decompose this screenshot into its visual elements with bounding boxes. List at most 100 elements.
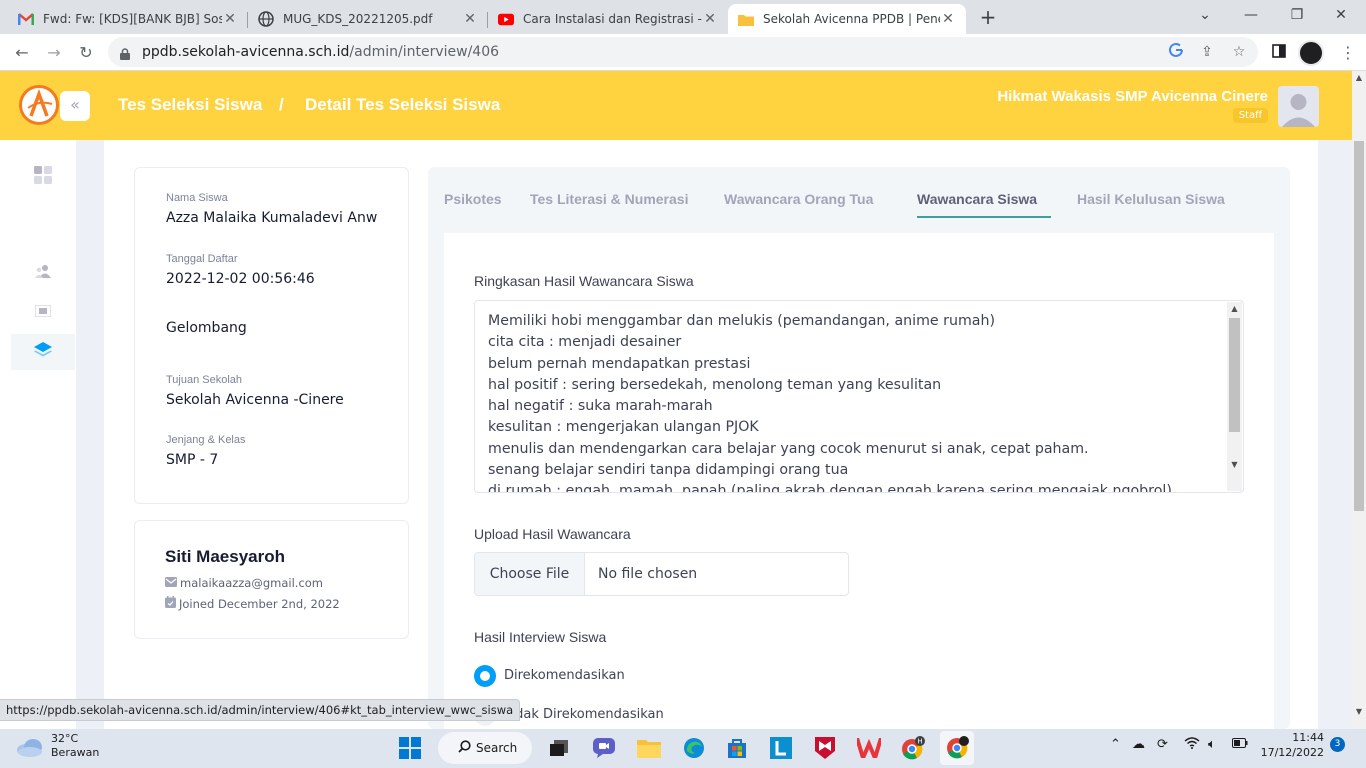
- browser-tab-youtube[interactable]: Cara Instalasi dan Registrasi - You ✕: [488, 4, 728, 34]
- page-scrollbar[interactable]: ▲ ▼: [1352, 71, 1366, 729]
- radio-not-recommended-label[interactable]: Tidak Direkomendasikan: [504, 707, 664, 722]
- collapse-sidebar-button[interactable]: «: [60, 91, 90, 121]
- tab-literasi-numerasi[interactable]: Tes Literasi & Numerasi: [530, 191, 688, 207]
- taskbar-search-label: Search: [476, 741, 518, 755]
- close-tab-icon[interactable]: ✕: [940, 11, 956, 27]
- tab-wawancara-orang-tua[interactable]: Wawancara Orang Tua: [724, 191, 873, 207]
- sidebar-item-scan[interactable]: [11, 293, 75, 329]
- chrome-active-icon[interactable]: [940, 731, 974, 765]
- sync-icon[interactable]: ⟳: [1157, 737, 1168, 752]
- sidebar-item-layers[interactable]: [11, 334, 75, 370]
- share-icon[interactable]: ⇪: [1198, 43, 1216, 61]
- new-tab-button[interactable]: +: [976, 6, 1000, 30]
- scroll-up-arrow-icon[interactable]: ▲: [1227, 304, 1242, 313]
- interview-tabs-panel: Psikotes Tes Literasi & Numerasi Wawanca…: [428, 167, 1290, 729]
- reload-icon[interactable]: ↻: [73, 40, 99, 66]
- user-name[interactable]: Hikmat Wakasis SMP Avicenna Cinere: [997, 88, 1268, 105]
- clock-time[interactable]: 11:44: [1262, 731, 1324, 744]
- weather-temperature[interactable]: 32°C: [51, 732, 78, 745]
- user-avatar[interactable]: [1278, 86, 1319, 127]
- profile-avatar[interactable]: [1298, 40, 1324, 66]
- close-tab-icon[interactable]: ✕: [462, 11, 478, 27]
- parent-email[interactable]: malaikaazza@gmail.com: [180, 576, 323, 590]
- folder-icon: [738, 11, 754, 27]
- minimize-button[interactable]: —: [1228, 0, 1274, 30]
- browser-tab-title: MUG_KDS_20221205.pdf: [283, 12, 433, 26]
- textarea-scrollbar[interactable]: ▲ ▼: [1227, 302, 1242, 491]
- radio-recommended-label[interactable]: Direkomendasikan: [504, 668, 625, 683]
- windows-start-icon[interactable]: [393, 731, 427, 765]
- show-hidden-icons-chevron-icon[interactable]: ⌃: [1110, 737, 1121, 752]
- search-icon: [458, 740, 471, 756]
- browser-toolbar: ← → ↻ ppdb.sekolah-avicenna.sch.id/admin…: [0, 34, 1366, 71]
- svg-text:H: H: [917, 738, 922, 746]
- battery-icon[interactable]: [1232, 737, 1248, 752]
- link-status-bar: https://ppdb.sekolah-avicenna.sch.id/adm…: [0, 699, 521, 721]
- page-scrollbar-thumb[interactable]: [1354, 141, 1364, 511]
- parent-email-row: malaikaazza@gmail.com: [165, 576, 323, 590]
- address-bar[interactable]: ppdb.sekolah-avicenna.sch.id/admin/inter…: [108, 37, 1258, 67]
- scroll-down-arrow-icon[interactable]: ▼: [1227, 460, 1242, 469]
- weather-description[interactable]: Berawan: [51, 746, 99, 759]
- notification-count-badge[interactable]: 3: [1330, 737, 1345, 752]
- microsoft-store-icon[interactable]: [720, 731, 754, 765]
- choose-file-button[interactable]: Choose File: [475, 553, 585, 595]
- chrome-profile-icon[interactable]: H: [896, 731, 930, 765]
- parent-card: Siti Maesyaroh malaikaazza@gmail.com Joi…: [134, 520, 409, 639]
- mcafee-icon[interactable]: [808, 731, 842, 765]
- back-arrow-icon[interactable]: ←: [9, 40, 35, 66]
- tab-psikotes[interactable]: Psikotes: [444, 191, 502, 207]
- cloud-weather-icon[interactable]: [16, 737, 44, 761]
- sidebar-item-dashboard[interactable]: [11, 159, 75, 195]
- close-tab-icon[interactable]: ✕: [702, 11, 718, 27]
- task-view-icon[interactable]: [542, 731, 576, 765]
- upload-file-input[interactable]: Choose File No file chosen: [474, 552, 849, 596]
- edge-icon[interactable]: [677, 731, 711, 765]
- bookmark-star-icon[interactable]: ☆: [1230, 43, 1248, 61]
- scan-icon: [34, 302, 52, 321]
- page-scroll-up-icon[interactable]: ▲: [1352, 73, 1366, 82]
- radio-recommended[interactable]: [474, 665, 496, 687]
- breadcrumb-tes-seleksi[interactable]: Tes Seleksi Siswa: [118, 95, 262, 115]
- google-icon[interactable]: [1167, 42, 1185, 61]
- gmail-icon: [18, 11, 34, 27]
- browser-tab-title: Sekolah Avicenna PPDB | Penerim: [763, 12, 940, 26]
- layers-icon: [34, 342, 52, 362]
- wps-office-icon[interactable]: [852, 731, 886, 765]
- youtube-icon: [498, 11, 514, 27]
- file-explorer-icon[interactable]: [632, 731, 666, 765]
- page-scroll-down-icon[interactable]: ▼: [1352, 707, 1366, 716]
- onedrive-cloud-icon[interactable]: ☁: [1132, 737, 1145, 752]
- taskbar-search[interactable]: Search: [438, 732, 532, 764]
- browser-tab-title: Cara Instalasi dan Registrasi - You: [523, 12, 702, 26]
- side-panel-icon[interactable]: [1268, 42, 1290, 64]
- restore-button[interactable]: ❐: [1274, 0, 1320, 30]
- app-header: « Tes Seleksi Siswa / Detail Tes Seleksi…: [0, 71, 1352, 140]
- result-label: Hasil Interview Siswa: [474, 629, 607, 645]
- browser-tab-pdf[interactable]: MUG_KDS_20221205.pdf ✕: [248, 4, 488, 34]
- tab-search-chevron-icon[interactable]: ⌄: [1182, 0, 1228, 30]
- wifi-icon[interactable]: [1184, 737, 1200, 753]
- breadcrumb-separator: /: [279, 95, 284, 114]
- browser-tab-gmail[interactable]: Fwd: Fw: [KDS][BANK BJB] Sosiali ✕: [8, 4, 248, 34]
- clock-date[interactable]: 17/12/2022: [1258, 746, 1324, 759]
- browser-tab-active[interactable]: Sekolah Avicenna PPDB | Penerim ✕: [728, 4, 966, 34]
- page-title: Detail Tes Seleksi Siswa: [305, 95, 501, 114]
- close-window-button[interactable]: ✕: [1318, 0, 1364, 30]
- forward-arrow-icon[interactable]: →: [41, 40, 67, 66]
- reg-date-label: Tanggal Daftar: [166, 253, 238, 265]
- summary-label: Ringkasan Hasil Wawancara Siswa: [474, 273, 694, 289]
- dashboard-icon: [34, 166, 52, 188]
- summary-textarea[interactable]: Memiliki hobi menggambar dan melukis (pe…: [474, 300, 1244, 493]
- letter-l-app-icon[interactable]: [764, 731, 798, 765]
- browser-menu-icon[interactable]: ⋮: [1340, 42, 1356, 64]
- tab-hasil-kelulusan[interactable]: Hasil Kelulusan Siswa: [1077, 191, 1225, 207]
- chat-icon[interactable]: [587, 731, 621, 765]
- close-tab-icon[interactable]: ✕: [222, 11, 238, 27]
- sidebar-item-users[interactable]: [11, 254, 75, 290]
- student-name-label: Nama Siswa: [166, 192, 228, 204]
- tab-wawancara-siswa[interactable]: Wawancara Siswa: [917, 191, 1037, 207]
- scrollbar-thumb[interactable]: [1229, 318, 1240, 432]
- summary-line: hal negatif : suka marah-marah: [488, 398, 713, 415]
- volume-icon[interactable]: 🔈︎: [1208, 737, 1216, 752]
